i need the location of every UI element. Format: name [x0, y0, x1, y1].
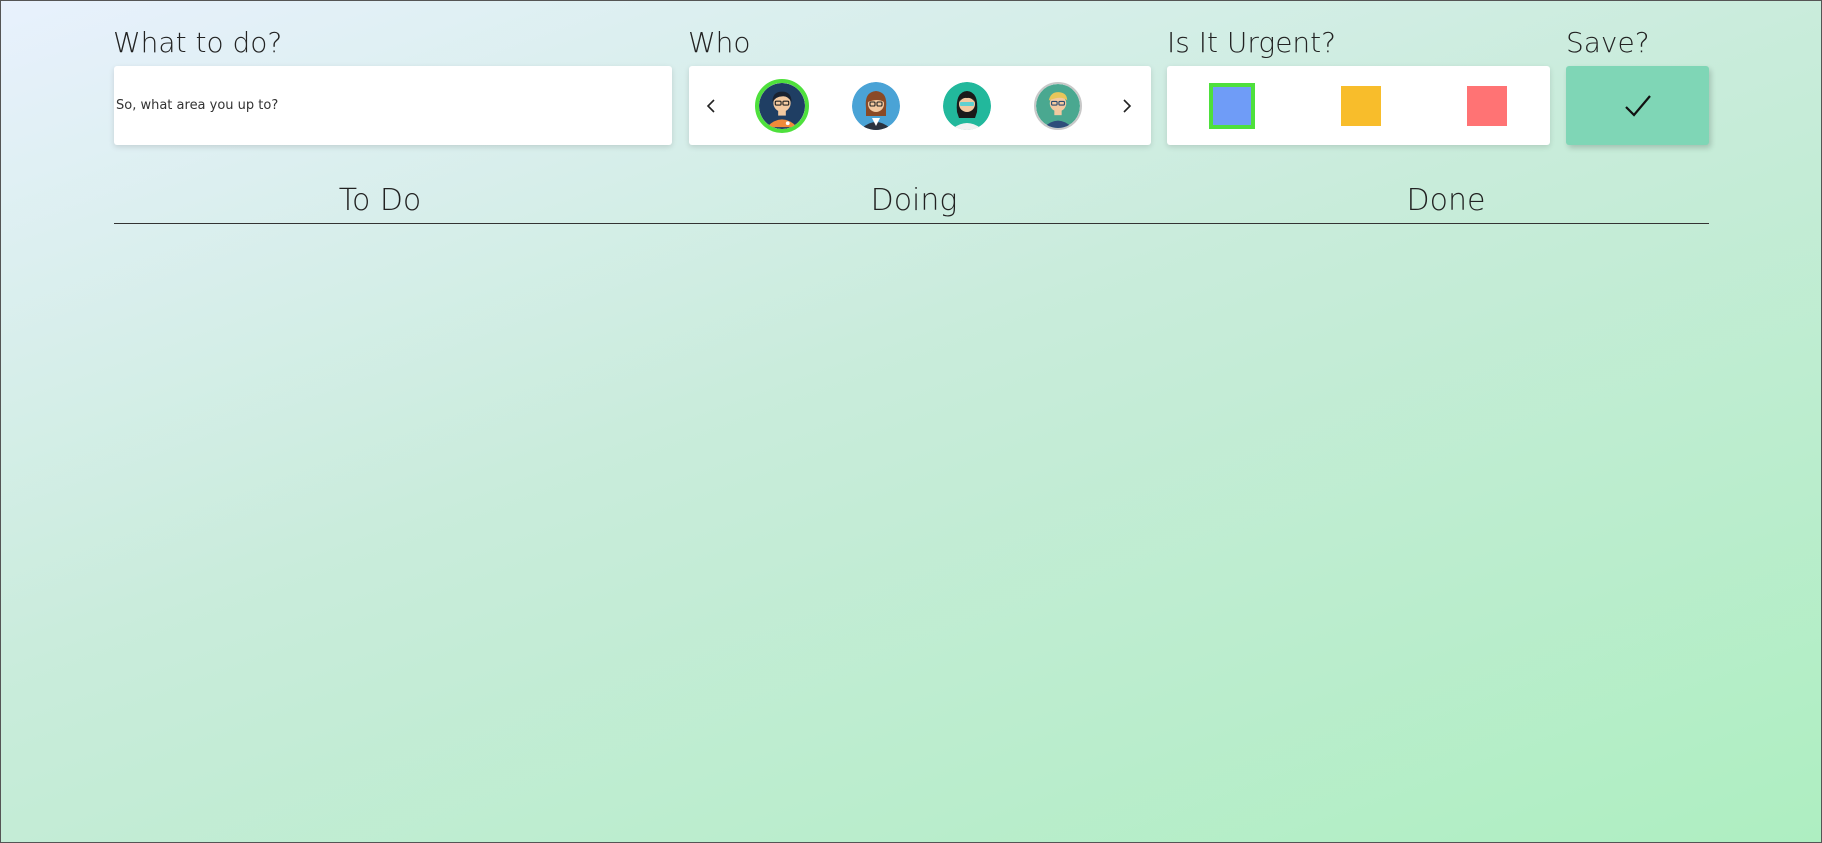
chevron-left-icon[interactable] — [701, 93, 721, 119]
column-heading-todo: To Do — [338, 183, 422, 218]
column-heading-done: Done — [1406, 183, 1486, 218]
avatar-3[interactable] — [943, 81, 991, 130]
column-heading-doing: Doing — [870, 183, 958, 218]
app-page: What to do? Who — [0, 0, 1822, 843]
who-picker — [689, 66, 1151, 145]
task-input[interactable] — [114, 66, 672, 145]
board-divider — [114, 223, 1709, 224]
avatar-2[interactable] — [852, 81, 900, 130]
avatar-4[interactable] — [1034, 81, 1082, 130]
task-input-card — [114, 66, 672, 145]
urgency-swatch-red[interactable] — [1467, 85, 1507, 126]
urgency-picker — [1167, 66, 1550, 145]
save-button[interactable] — [1566, 66, 1709, 145]
task-label: What to do? — [113, 26, 283, 59]
who-label: Who — [688, 26, 751, 59]
chevron-right-icon[interactable] — [1117, 93, 1137, 119]
save-label: Save? — [1566, 26, 1650, 59]
urgency-swatch-blue[interactable] — [1209, 82, 1255, 129]
urgency-swatch-yellow[interactable] — [1341, 85, 1381, 126]
urgency-label: Is It Urgent? — [1167, 26, 1337, 59]
checkmark-icon — [1624, 94, 1651, 117]
avatar-1[interactable] — [755, 78, 809, 133]
